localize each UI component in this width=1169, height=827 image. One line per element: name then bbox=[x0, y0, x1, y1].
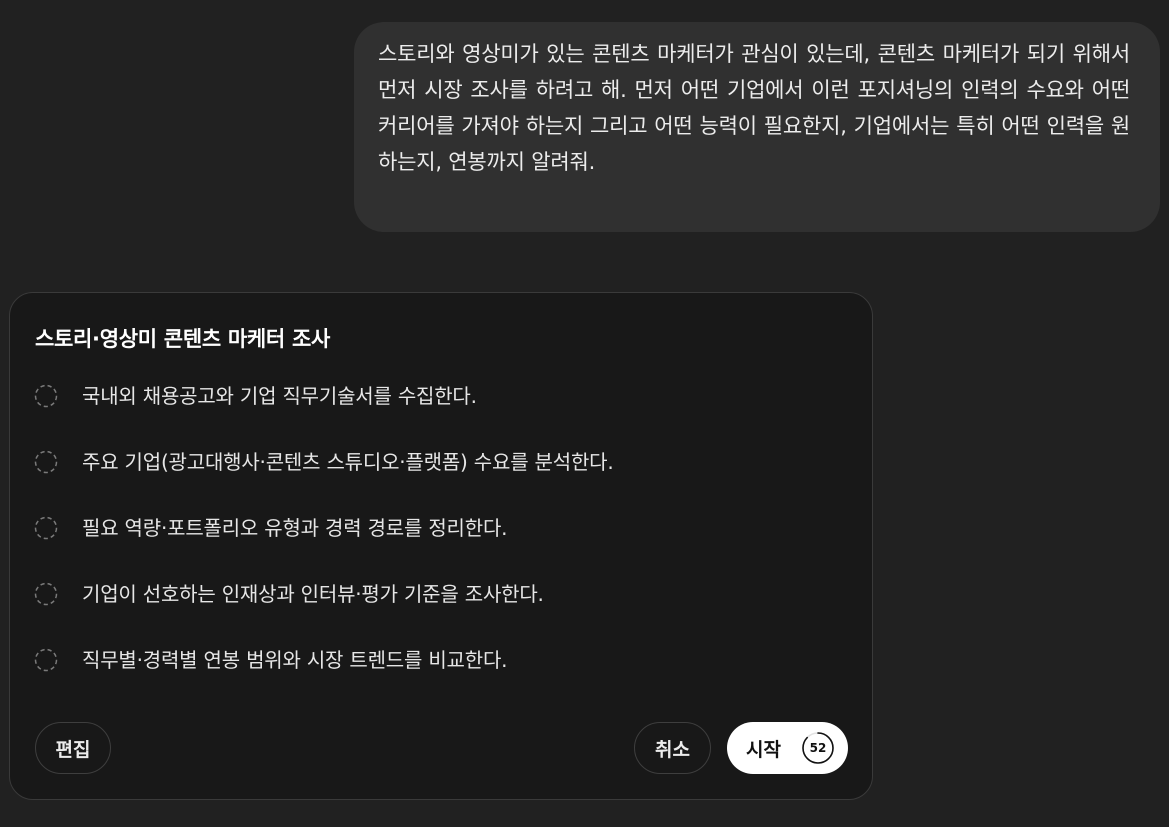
chat-page: 스토리와 영상미가 있는 콘텐츠 마케터가 관심이 있는데, 콘텐츠 마케터가 … bbox=[0, 0, 1169, 827]
plan-step-label: 직무별·경력별 연봉 범위와 시장 트렌드를 비교한다. bbox=[82, 648, 508, 672]
pending-circle-icon bbox=[34, 582, 58, 606]
plan-step: 국내외 채용공고와 기업 직무기술서를 수집한다. bbox=[34, 379, 614, 445]
plan-step: 주요 기업(광고대행사·콘텐츠 스튜디오·플랫폼) 수요를 분석한다. bbox=[34, 445, 614, 511]
plan-title: 스토리·영상미 콘텐츠 마케터 조사 bbox=[35, 327, 330, 351]
plan-step: 직무별·경력별 연봉 범위와 시장 트렌드를 비교한다. bbox=[34, 643, 614, 709]
edit-button[interactable]: 편집 bbox=[35, 722, 111, 774]
pending-circle-icon bbox=[34, 516, 58, 540]
pending-circle-icon bbox=[34, 648, 58, 672]
start-button-label: 시작 bbox=[746, 738, 781, 761]
pending-circle-icon bbox=[34, 384, 58, 408]
countdown-number: 52 bbox=[809, 741, 827, 755]
user-message-text: 스토리와 영상미가 있는 콘텐츠 마케터가 관심이 있는데, 콘텐츠 마케터가 … bbox=[378, 42, 1130, 174]
plan-step-label: 필요 역량·포트폴리오 유형과 경력 경로를 정리한다. bbox=[82, 516, 508, 540]
plan-steps-list: 국내외 채용공고와 기업 직무기술서를 수집한다. 주요 기업(광고대행사·콘텐… bbox=[34, 379, 614, 709]
plan-step-label: 기업이 선호하는 인재상과 인터뷰·평가 기준을 조사한다. bbox=[82, 582, 544, 606]
cancel-button[interactable]: 취소 bbox=[634, 722, 711, 774]
start-button[interactable]: 시작 52 bbox=[727, 722, 848, 774]
pending-circle-icon bbox=[34, 450, 58, 474]
plan-step: 기업이 선호하는 인재상과 인터뷰·평가 기준을 조사한다. bbox=[34, 577, 614, 643]
countdown-timer: 52 bbox=[801, 731, 835, 765]
plan-step: 필요 역량·포트폴리오 유형과 경력 경로를 정리한다. bbox=[34, 511, 614, 577]
plan-step-label: 주요 기업(광고대행사·콘텐츠 스튜디오·플랫폼) 수요를 분석한다. bbox=[82, 450, 614, 474]
research-plan-card: 스토리·영상미 콘텐츠 마케터 조사 국내외 채용공고와 기업 직무기술서를 수… bbox=[9, 292, 873, 800]
plan-step-label: 국내외 채용공고와 기업 직무기술서를 수집한다. bbox=[82, 384, 477, 408]
user-message-bubble: 스토리와 영상미가 있는 콘텐츠 마케터가 관심이 있는데, 콘텐츠 마케터가 … bbox=[354, 22, 1160, 232]
